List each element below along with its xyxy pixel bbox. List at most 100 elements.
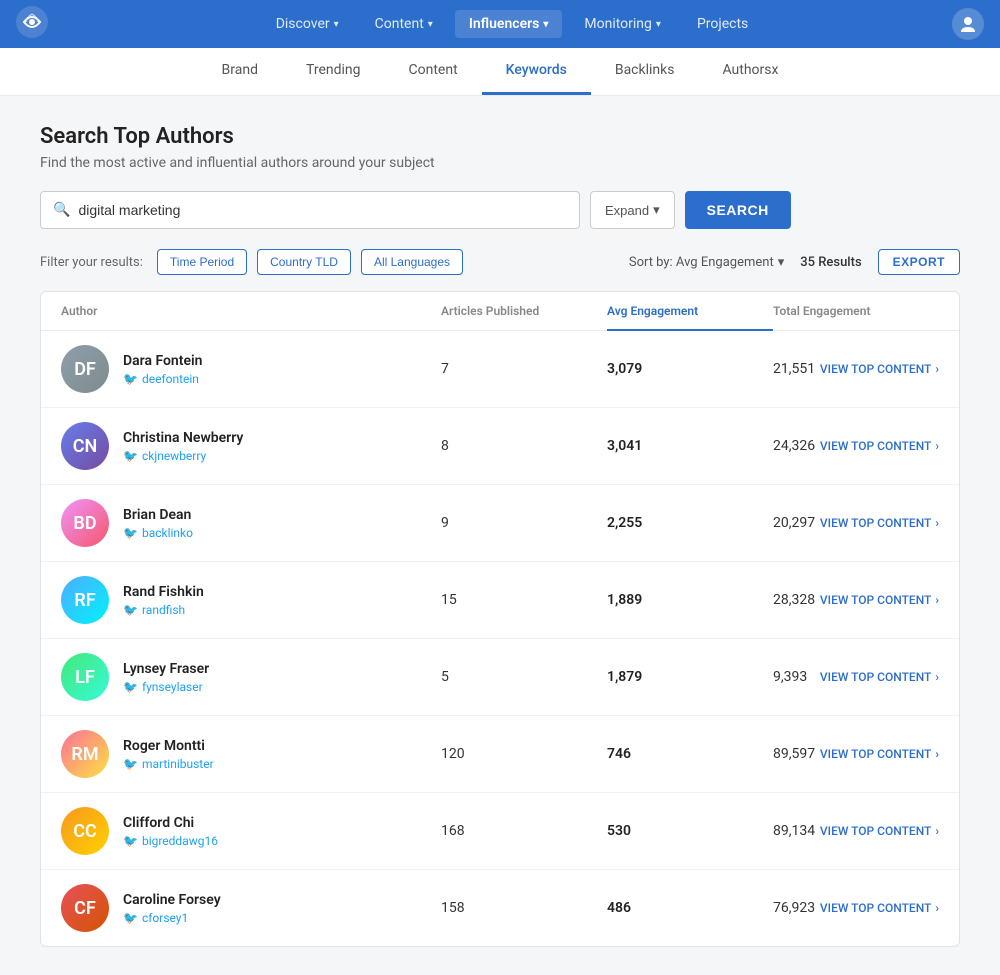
total-engagement-value: 89,597 — [773, 746, 815, 762]
search-bar: 🔍 Expand ▾ SEARCH — [40, 191, 960, 229]
twitter-handle: martinibuster — [142, 757, 214, 771]
author-info: Brian Dean 🐦 backlinko — [123, 507, 193, 540]
author-twitter[interactable]: 🐦 cforsey1 — [123, 911, 221, 925]
total-engagement-value: 20,297 — [773, 515, 815, 531]
twitter-icon: 🐦 — [123, 834, 138, 848]
author-name: Brian Dean — [123, 507, 193, 523]
nav-item-influencers[interactable]: Influencers ▾ — [455, 10, 563, 38]
chevron-right-icon: › — [935, 516, 939, 530]
author-cell: RF Rand Fishkin 🐦 randfish — [61, 576, 441, 624]
author-cell: CN Christina Newberry 🐦 ckjnewberry — [61, 422, 441, 470]
search-input[interactable] — [78, 192, 567, 228]
total-engagement-cell: 24,326 VIEW TOP CONTENT › — [773, 438, 939, 454]
total-engagement-value: 89,134 — [773, 823, 815, 839]
export-button[interactable]: EXPORT — [878, 249, 960, 275]
author-info: Rand Fishkin 🐦 randfish — [123, 584, 204, 617]
avatar: DF — [61, 345, 109, 393]
page-title: Search Top Authors — [40, 124, 960, 149]
author-name: Lynsey Fraser — [123, 661, 209, 677]
sort-info: Sort by: Avg Engagement ▾ 35 Results EXP… — [629, 249, 960, 275]
total-engagement-value: 76,923 — [773, 900, 815, 916]
search-icon: 🔍 — [53, 202, 70, 218]
sub-nav-trending[interactable]: Trending — [282, 48, 385, 95]
avatar: CF — [61, 884, 109, 932]
total-engagement-cell: 28,328 VIEW TOP CONTENT › — [773, 592, 939, 608]
twitter-handle: fynseylaser — [142, 680, 203, 694]
articles-published: 7 — [441, 361, 607, 377]
twitter-handle: bigreddawg16 — [142, 834, 218, 848]
chevron-right-icon: › — [935, 362, 939, 376]
chevron-right-icon: › — [935, 593, 939, 607]
avg-engagement: 1,879 — [607, 669, 773, 685]
chevron-down-icon: ▾ — [656, 19, 661, 30]
expand-button[interactable]: Expand ▾ — [590, 191, 675, 229]
articles-published: 8 — [441, 438, 607, 454]
twitter-icon: 🐦 — [123, 911, 138, 925]
chevron-down-icon: ▾ — [543, 19, 548, 30]
sub-navigation: Brand Trending Content Keywords Backlink… — [0, 48, 1000, 96]
page-subtitle: Find the most active and influential aut… — [40, 155, 960, 171]
avg-engagement: 3,041 — [607, 438, 773, 454]
avatar: LF — [61, 653, 109, 701]
author-name: Caroline Forsey — [123, 892, 221, 908]
author-cell: LF Lynsey Fraser 🐦 fynseylaser — [61, 653, 441, 701]
avg-engagement: 530 — [607, 823, 773, 839]
author-info: Lynsey Fraser 🐦 fynseylaser — [123, 661, 209, 694]
twitter-icon: 🐦 — [123, 526, 138, 540]
avatar: RM — [61, 730, 109, 778]
total-engagement-cell: 9,393 VIEW TOP CONTENT › — [773, 669, 939, 685]
nav-item-content[interactable]: Content ▾ — [361, 10, 447, 38]
total-engagement-cell: 76,923 VIEW TOP CONTENT › — [773, 900, 939, 916]
table-row: CF Caroline Forsey 🐦 cforsey1 158 486 76… — [41, 870, 959, 946]
country-tld-filter[interactable]: Country TLD — [257, 249, 351, 275]
sub-nav-keywords[interactable]: Keywords — [482, 48, 591, 95]
view-top-content-button[interactable]: VIEW TOP CONTENT › — [820, 362, 939, 376]
sub-nav-backlinks[interactable]: Backlinks — [591, 48, 699, 95]
twitter-handle: deefontein — [142, 372, 199, 386]
author-twitter[interactable]: 🐦 backlinko — [123, 526, 193, 540]
avg-engagement: 3,079 — [607, 361, 773, 377]
all-languages-filter[interactable]: All Languages — [361, 249, 463, 275]
col-total-engagement-header: Total Engagement — [773, 304, 939, 318]
nav-item-monitoring[interactable]: Monitoring ▾ — [570, 10, 675, 38]
author-twitter[interactable]: 🐦 ckjnewberry — [123, 449, 243, 463]
nav-right — [952, 8, 984, 40]
chevron-down-icon: ▾ — [334, 19, 339, 30]
author-cell: BD Brian Dean 🐦 backlinko — [61, 499, 441, 547]
twitter-icon: 🐦 — [123, 449, 138, 463]
twitter-icon: 🐦 — [123, 680, 138, 694]
view-top-content-button[interactable]: VIEW TOP CONTENT › — [820, 439, 939, 453]
author-info: Roger Montti 🐦 martinibuster — [123, 738, 214, 771]
author-name: Roger Montti — [123, 738, 214, 754]
search-input-wrap: 🔍 — [40, 191, 580, 229]
view-top-content-button[interactable]: VIEW TOP CONTENT › — [820, 824, 939, 838]
col-avg-engagement-header: Avg Engagement — [607, 304, 773, 318]
view-top-content-button[interactable]: VIEW TOP CONTENT › — [820, 747, 939, 761]
nav-item-discover[interactable]: Discover ▾ — [262, 10, 353, 38]
sort-dropdown[interactable]: Sort by: Avg Engagement ▾ — [629, 255, 784, 270]
sub-nav-content[interactable]: Content — [385, 48, 482, 95]
avg-engagement: 2,255 — [607, 515, 773, 531]
author-twitter[interactable]: 🐦 deefontein — [123, 372, 202, 386]
view-top-content-button[interactable]: VIEW TOP CONTENT › — [820, 516, 939, 530]
author-name: Clifford Chi — [123, 815, 218, 831]
author-name: Christina Newberry — [123, 430, 243, 446]
time-period-filter[interactable]: Time Period — [157, 249, 247, 275]
articles-published: 9 — [441, 515, 607, 531]
author-twitter[interactable]: 🐦 martinibuster — [123, 757, 214, 771]
articles-published: 15 — [441, 592, 607, 608]
user-avatar[interactable] — [952, 8, 984, 40]
nav-item-projects[interactable]: Projects — [683, 10, 762, 38]
view-top-content-button[interactable]: VIEW TOP CONTENT › — [820, 593, 939, 607]
view-top-content-button[interactable]: VIEW TOP CONTENT › — [820, 901, 939, 915]
author-twitter[interactable]: 🐦 bigreddawg16 — [123, 834, 218, 848]
view-top-content-button[interactable]: VIEW TOP CONTENT › — [820, 670, 939, 684]
sub-nav-brand[interactable]: Brand — [198, 48, 282, 95]
app-logo[interactable] — [16, 6, 48, 42]
search-button[interactable]: SEARCH — [685, 191, 791, 229]
author-twitter[interactable]: 🐦 randfish — [123, 603, 204, 617]
articles-published: 158 — [441, 900, 607, 916]
total-engagement-value: 21,551 — [773, 361, 815, 377]
author-twitter[interactable]: 🐦 fynseylaser — [123, 680, 209, 694]
sub-nav-authorsx[interactable]: Authorsx — [698, 48, 802, 95]
